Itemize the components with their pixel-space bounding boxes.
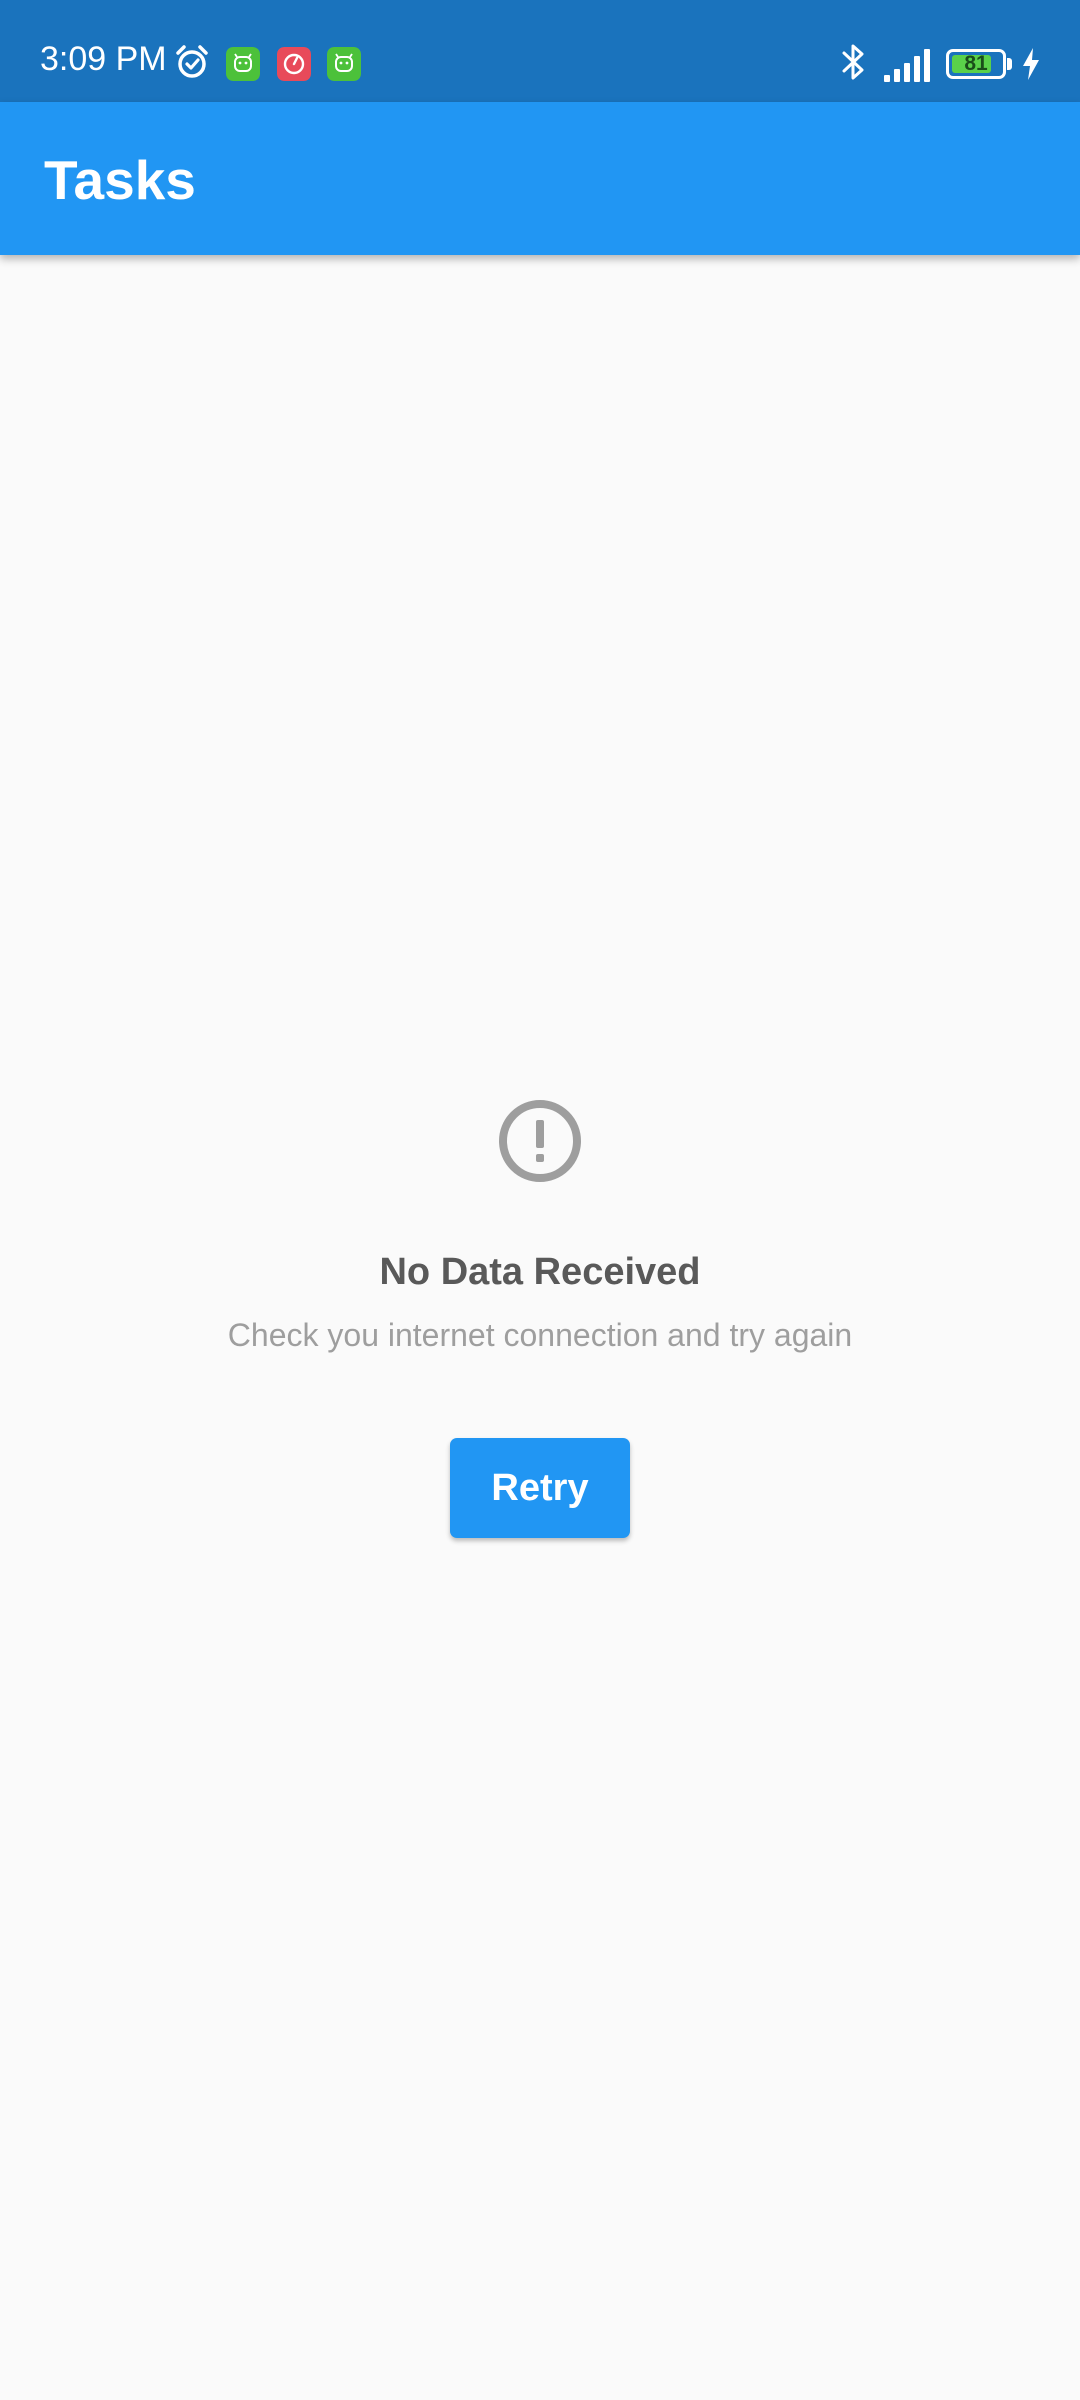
retry-button-label: Retry xyxy=(491,1466,589,1509)
android-notification-icon xyxy=(226,47,260,81)
charging-icon xyxy=(1023,48,1039,80)
alarm-icon xyxy=(176,45,208,78)
android-notification-icon xyxy=(327,47,361,81)
battery-tip xyxy=(1007,58,1012,70)
retry-button[interactable]: Retry xyxy=(450,1438,630,1539)
page-title: Tasks xyxy=(44,149,196,211)
bluetooth-icon xyxy=(842,44,864,80)
battery-level: 81 xyxy=(964,52,988,75)
signal-icon xyxy=(884,49,930,82)
status-time: 3:09 PM xyxy=(40,40,167,78)
error-icon xyxy=(499,1100,581,1182)
empty-state-title: No Data Received xyxy=(379,1251,701,1293)
status-bar: 3:09 PM 81 xyxy=(0,0,1080,102)
empty-state-subtitle: Check you internet connection and try ag… xyxy=(227,1316,853,1353)
app-bar: Tasks xyxy=(0,102,1080,255)
screen: 3:09 PM 81 Tasks No Data Received Check … xyxy=(0,0,1080,2400)
red-notification-icon xyxy=(277,47,311,81)
empty-state: No Data Received Check you internet conn… xyxy=(0,1098,1080,1539)
battery-icon: 81 xyxy=(946,49,1012,79)
